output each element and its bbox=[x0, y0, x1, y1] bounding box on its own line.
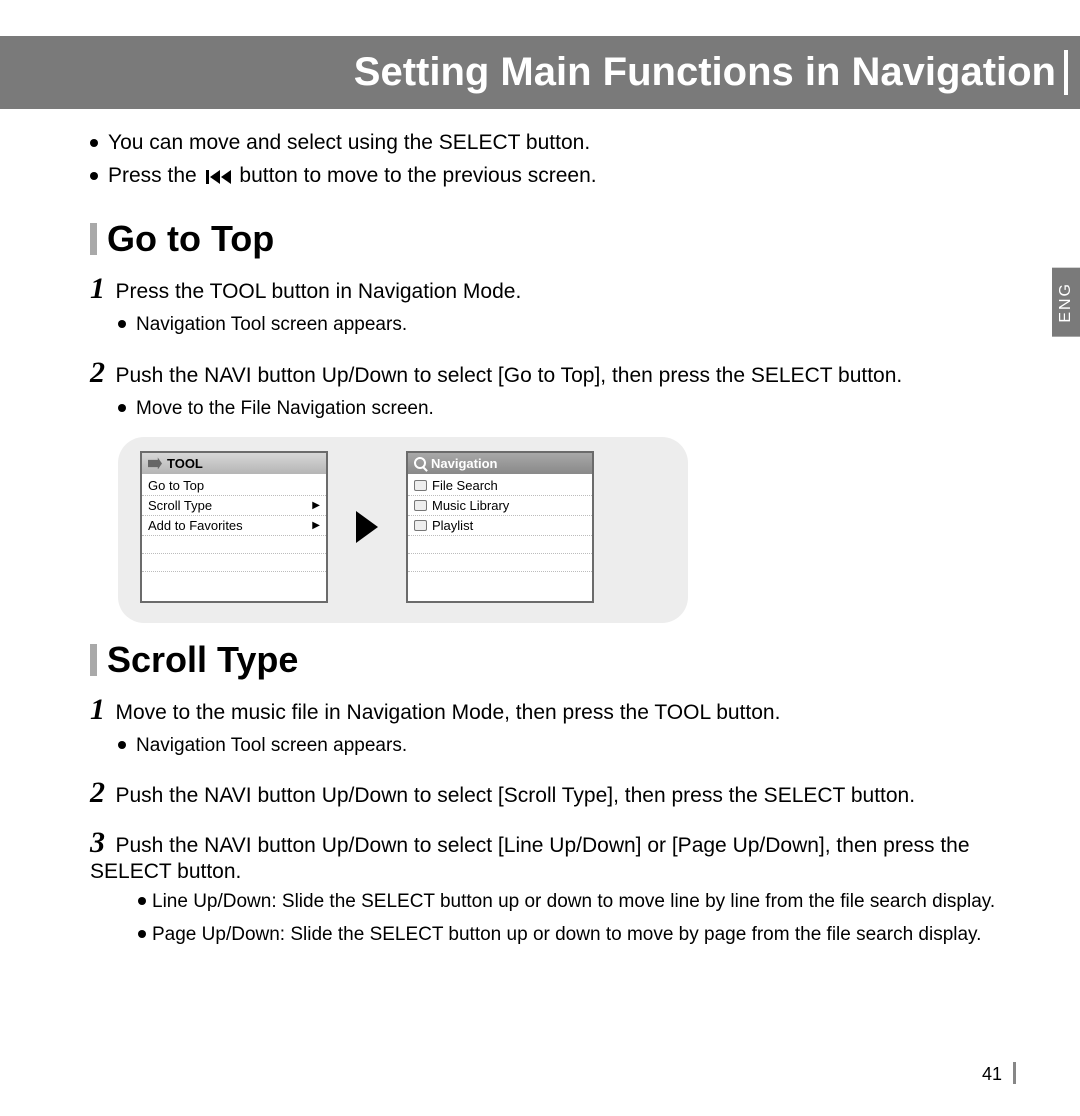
intro-text-2b: button to move to the previous screen. bbox=[239, 164, 596, 187]
page-title: Setting Main Functions in Navigation bbox=[354, 50, 1056, 94]
nav-item: File Search bbox=[408, 476, 592, 496]
step-number: 3 bbox=[90, 826, 105, 859]
bullet-icon bbox=[138, 897, 146, 905]
tool-screen-title: TOOL bbox=[167, 456, 203, 471]
intro-text-1: You can move and select using the SELECT… bbox=[108, 127, 590, 160]
s1-step1-sub-text: Navigation Tool screen appears. bbox=[136, 310, 407, 339]
s2-step2-text: Push the NAVI button Up/Down to select [… bbox=[115, 784, 915, 807]
sub-label: Page Up/Down: bbox=[152, 924, 285, 945]
s1-step2-sub-text: Move to the File Navigation screen. bbox=[136, 394, 434, 423]
intro-text-2a: Press the bbox=[108, 164, 197, 187]
step-number: 2 bbox=[90, 776, 105, 809]
nav-item-label: File Search bbox=[432, 478, 498, 493]
step-number: 1 bbox=[90, 272, 105, 305]
section2-heading: Scroll Type bbox=[107, 639, 298, 681]
empty-row bbox=[408, 554, 592, 572]
bullet-icon bbox=[90, 139, 98, 147]
folder-icon bbox=[414, 500, 427, 511]
bullet-icon bbox=[118, 741, 126, 749]
section-scroll-type-title: Scroll Type bbox=[90, 639, 1020, 681]
tool-item: Scroll Type ▶ bbox=[142, 496, 326, 516]
screens-illustration: TOOL Go to Top Scroll Type ▶ Add to Favor… bbox=[118, 437, 688, 623]
page-number: 41 bbox=[982, 1064, 1016, 1086]
bullet-icon bbox=[90, 172, 98, 180]
nav-screen-title: Navigation bbox=[431, 456, 497, 471]
s1-step2-text: Push the NAVI button Up/Down to select [… bbox=[115, 364, 902, 387]
nav-item: Playlist bbox=[408, 516, 592, 536]
sub-text: Slide the SELECT button up or down to mo… bbox=[290, 924, 981, 945]
empty-row bbox=[408, 572, 592, 590]
intro-line-2: Press the button to move to the previous… bbox=[90, 160, 1020, 193]
folder-icon bbox=[414, 480, 427, 491]
s2-step1-sub: Navigation Tool screen appears. bbox=[118, 731, 1020, 760]
s2-step1-text: Move to the music file in Navigation Mod… bbox=[115, 701, 780, 724]
nav-item-label: Playlist bbox=[432, 518, 473, 533]
tool-item: Go to Top bbox=[142, 476, 326, 496]
step-number: 2 bbox=[90, 356, 105, 389]
search-icon bbox=[414, 457, 426, 469]
intro-text-2: Press the button to move to the previous… bbox=[108, 160, 597, 193]
step-number: 1 bbox=[90, 693, 105, 726]
intro-block: You can move and select using the SELECT… bbox=[90, 127, 1020, 192]
rewind-icon bbox=[206, 170, 231, 184]
section-bar-icon bbox=[90, 644, 97, 676]
s1-step1-sub: Navigation Tool screen appears. bbox=[118, 310, 1020, 339]
section-go-to-top-title: Go to Top bbox=[90, 218, 1020, 260]
tool-item-label: Scroll Type bbox=[148, 498, 212, 513]
sub-label: Line Up/Down: bbox=[152, 891, 277, 912]
tool-item-label: Add to Favorites bbox=[148, 518, 243, 533]
tool-screen: TOOL Go to Top Scroll Type ▶ Add to Favor… bbox=[140, 451, 328, 603]
tool-screen-header: TOOL bbox=[142, 453, 326, 474]
s2-step3: 3 Push the NAVI button Up/Down to select… bbox=[90, 826, 1020, 884]
chevron-right-icon: ▶ bbox=[312, 520, 320, 531]
page-content: You can move and select using the SELECT… bbox=[0, 127, 1080, 949]
s2-step1-sub-text: Navigation Tool screen appears. bbox=[136, 731, 407, 760]
tool-item-label: Go to Top bbox=[148, 478, 204, 493]
s2-step1: 1 Move to the music file in Navigation M… bbox=[90, 693, 1020, 727]
nav-screen-body: File Search Music Library Playlist bbox=[408, 474, 592, 601]
nav-item: Music Library bbox=[408, 496, 592, 516]
s2-step3-sub1: Line Up/Down: Slide the SELECT button up… bbox=[118, 888, 1020, 917]
page-number-bar-icon bbox=[1013, 1062, 1016, 1084]
page-number-value: 41 bbox=[982, 1064, 1002, 1084]
language-tab: ENG bbox=[1052, 268, 1080, 337]
section-bar-icon bbox=[90, 223, 97, 255]
bullet-icon bbox=[118, 404, 126, 412]
tool-screen-body: Go to Top Scroll Type ▶ Add to Favorites ▶ bbox=[142, 474, 326, 601]
empty-row bbox=[408, 536, 592, 554]
bullet-icon bbox=[118, 320, 126, 328]
folder-icon bbox=[414, 520, 427, 531]
nav-screen-header: Navigation bbox=[408, 453, 592, 474]
empty-row bbox=[142, 536, 326, 554]
s2-step2: 2 Push the NAVI button Up/Down to select… bbox=[90, 776, 1020, 810]
nav-item-label: Music Library bbox=[432, 498, 509, 513]
arrow-right-icon bbox=[356, 511, 378, 543]
s1-step2-sub: Move to the File Navigation screen. bbox=[118, 394, 1020, 423]
chevron-right-icon: ▶ bbox=[312, 500, 320, 511]
s1-step2: 2 Push the NAVI button Up/Down to select… bbox=[90, 356, 1020, 390]
tool-icon bbox=[148, 457, 162, 469]
s1-step1-text: Press the TOOL button in Navigation Mode… bbox=[115, 280, 521, 303]
s2-step3-sub2: Page Up/Down: Slide the SELECT button up… bbox=[118, 921, 1020, 950]
section1-heading: Go to Top bbox=[107, 218, 274, 260]
sub-text: Slide the SELECT button up or down to mo… bbox=[282, 891, 995, 912]
bullet-icon bbox=[138, 930, 146, 938]
tool-item: Add to Favorites ▶ bbox=[142, 516, 326, 536]
s2-step3-text: Push the NAVI button Up/Down to select [… bbox=[90, 834, 970, 883]
s1-step1: 1 Press the TOOL button in Navigation Mo… bbox=[90, 272, 1020, 306]
empty-row bbox=[142, 572, 326, 590]
intro-line-1: You can move and select using the SELECT… bbox=[90, 127, 1020, 160]
navigation-screen: Navigation File Search Music Library Pla… bbox=[406, 451, 594, 603]
empty-row bbox=[142, 554, 326, 572]
page-title-bar: Setting Main Functions in Navigation bbox=[0, 36, 1080, 109]
